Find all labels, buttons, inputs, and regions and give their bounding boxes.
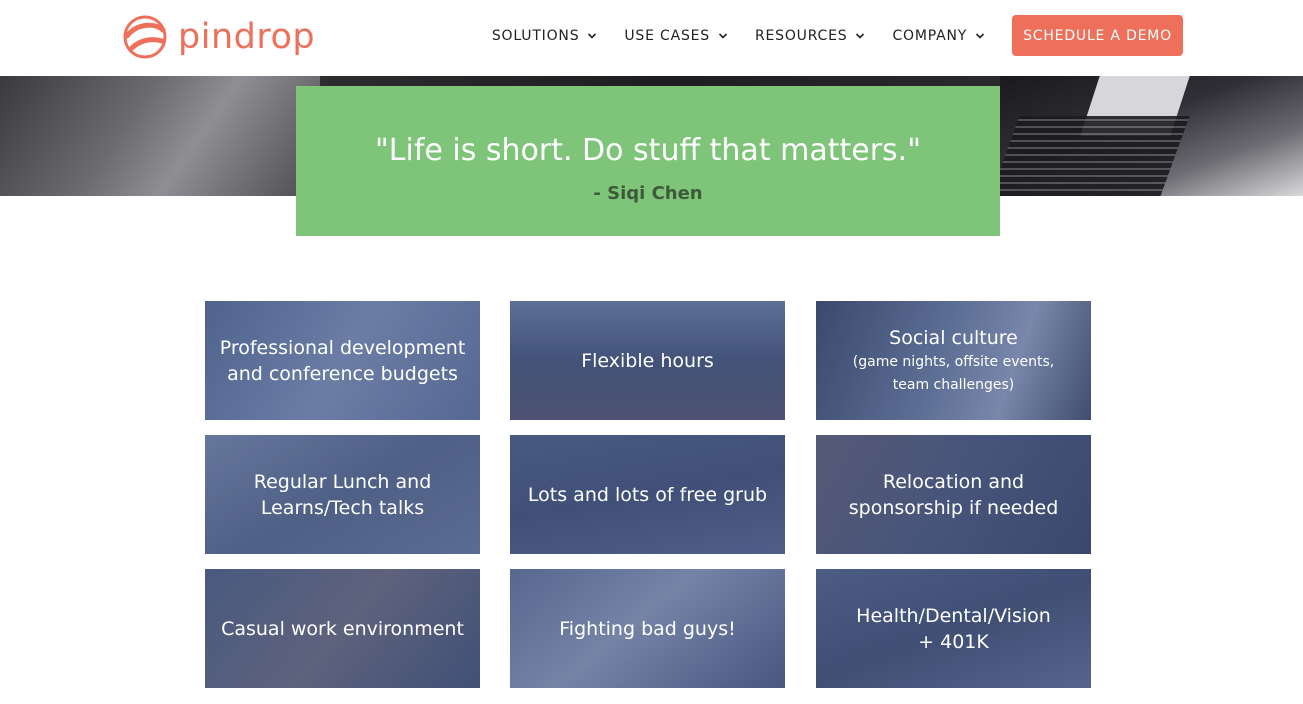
benefit-sublabel: (game nights, offsite events, team chall… [852,353,1055,393]
benefit-label: Flexible hours [581,349,714,372]
benefits-grid: Professional development and conference … [205,301,1091,688]
logo-wordmark: pindrop [178,17,316,57]
nav-resources[interactable]: RESOURCES [755,28,865,44]
benefit-tile-professional-development[interactable]: Professional development and conference … [205,301,480,420]
benefit-label: Regular Lunch and Learns/Tech talks [253,470,432,519]
benefit-tile-casual-work[interactable]: Casual work environment [205,569,480,688]
nav-resources-label: RESOURCES [754,27,848,44]
nav-solutions[interactable]: SOLUTIONS [492,28,598,44]
pindrop-logo[interactable]: pindrop [122,14,315,60]
nav-company[interactable]: COMPANY [892,28,985,44]
chevron-down-icon [976,32,985,39]
benefit-tile-social-culture[interactable]: Social culture (game nights, offsite eve… [816,301,1091,420]
nav-use-cases[interactable]: USE CASES [624,28,728,44]
benefit-tile-flexible-hours[interactable]: Flexible hours [510,301,785,420]
nav-solutions-label: SOLUTIONS [491,27,580,44]
hero-photo-left [0,76,320,196]
benefit-tile-free-grub[interactable]: Lots and lots of free grub [510,435,785,554]
main-nav: SOLUTIONS USE CASES RESOURCES COMPANY SC… [492,15,1183,56]
benefit-label: Professional development and conference … [219,336,466,385]
benefit-tile-lunch-and-learns[interactable]: Regular Lunch and Learns/Tech talks [205,435,480,554]
benefit-label: Social culture [889,326,1018,349]
benefit-label: Casual work environment [221,617,464,640]
benefit-label: Health/Dental/Vision + 401K [856,604,1051,653]
schedule-demo-button[interactable]: SCHEDULE A DEMO [1012,15,1183,56]
benefit-label: Relocation and sponsorship if needed [848,470,1059,519]
benefit-tile-relocation[interactable]: Relocation and sponsorship if needed [816,435,1091,554]
quote-author: - Siqi Chen [593,183,703,204]
site-header: pindrop SOLUTIONS USE CASES RESOURCES CO… [0,0,1303,76]
benefit-tile-fighting-bad-guys[interactable]: Fighting bad guys! [510,569,785,688]
chevron-down-icon [718,32,728,39]
nav-use-cases-label: USE CASES [624,27,710,44]
laptop-keyboard-graphic [990,116,1190,196]
quote-box: "Life is short. Do stuff that matters." … [296,86,1000,236]
benefit-label: Fighting bad guys! [559,617,736,640]
quote-text: "Life is short. Do stuff that matters." [374,133,922,168]
nav-company-label: COMPANY [892,27,968,44]
benefit-label: Lots and lots of free grub [527,483,768,506]
pindrop-logo-icon [123,15,167,59]
benefit-tile-health-benefits[interactable]: Health/Dental/Vision + 401K [816,569,1091,688]
chevron-down-icon [856,32,865,39]
chevron-down-icon [588,32,597,39]
